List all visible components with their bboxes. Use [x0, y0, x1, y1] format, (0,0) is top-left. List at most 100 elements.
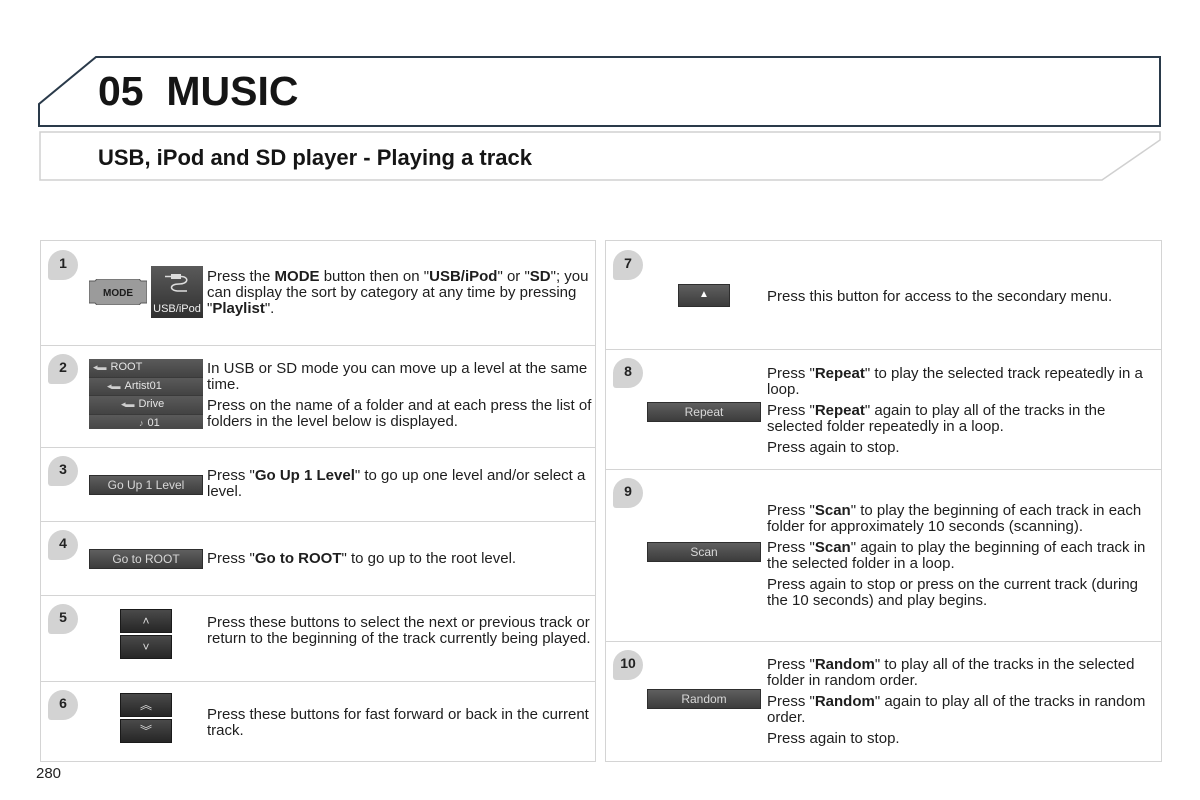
folder-tree-row-drive[interactable]: ◂▬ Drive	[89, 396, 203, 415]
chevron-down-icon: ˅	[142, 640, 150, 654]
step-number-badge: 6	[48, 690, 78, 720]
steps-panel-left: 1 MODE USB/iPod Press the MODE button th…	[40, 240, 596, 762]
emphasis: Playlist	[212, 300, 265, 317]
music-note-icon: ♪	[139, 417, 144, 428]
chapter-name: MUSIC	[166, 68, 299, 114]
description-paragraph: Press "Repeat" again to play all of the …	[767, 402, 1106, 435]
step-number-badge: 4	[48, 530, 78, 560]
fast-back-button[interactable]: ︾	[120, 719, 172, 743]
folder-label: Artist01	[124, 379, 162, 392]
step-4: 4 Go to ROOT Press "Go to ROOT" to go up…	[41, 521, 595, 596]
description-paragraph: Press these buttons to select the next o…	[207, 614, 591, 647]
step-6: 6 ︽ ︾ Press these buttons for fast forwa…	[41, 681, 595, 761]
emphasis: Repeat	[814, 365, 865, 382]
double-chevron-up-icon: ︽	[139, 698, 152, 712]
step-number-badge: 3	[48, 456, 78, 486]
steps-panel-right: 7 ▲ Press this button for access to the …	[605, 240, 1162, 762]
repeat-button[interactable]: Repeat	[647, 402, 761, 422]
description-paragraph: Press "Repeat" to play the selected trac…	[767, 365, 1143, 398]
step-description: Press "Random" to play all of the tracks…	[767, 657, 1152, 752]
folder-tree-row-track[interactable]: ♪ 01	[89, 414, 203, 429]
step-8: 8 Repeat Press "Repeat" to play the sele…	[606, 349, 1161, 470]
chapter-header: 05 MUSIC	[38, 56, 1162, 128]
mode-button-label: MODE	[103, 288, 133, 299]
step-description: In USB or SD mode you can move up a leve…	[207, 361, 592, 435]
step-description: Press "Go to ROOT" to go up to the root …	[207, 551, 592, 572]
step-number-badge: 1	[48, 250, 78, 280]
triangle-up-icon: ▲	[699, 289, 709, 300]
description-paragraph: Press again to stop.	[767, 439, 900, 456]
description-paragraph: Press these buttons for fast forward or …	[207, 706, 589, 739]
emphasis: Random	[814, 656, 875, 673]
next-track-button[interactable]: ˄	[120, 609, 172, 633]
emphasis: USB/iPod	[429, 268, 498, 285]
step-description: Press "Go Up 1 Level" to go up one level…	[207, 468, 592, 505]
emphasis: Random	[814, 693, 875, 710]
usb-cable-icon	[165, 274, 188, 292]
chapter-number: 05	[98, 68, 144, 114]
step-description: Press these buttons to select the next o…	[207, 615, 592, 652]
track-label: 01	[147, 416, 160, 429]
chevron-up-icon: ˄	[142, 614, 150, 628]
description-paragraph: Press the MODE button then on "USB/iPod"…	[207, 268, 589, 317]
emphasis: Scan	[814, 539, 851, 556]
step-5: 5 ˄ ˅ Press these buttons to select the …	[41, 595, 595, 682]
double-chevron-down-icon: ︾	[139, 724, 152, 738]
folder-back-icon: ◂▬	[121, 399, 135, 409]
mode-button[interactable]: MODE	[89, 279, 147, 305]
step-7: 7 ▲ Press this button for access to the …	[606, 241, 1161, 350]
step-10: 10 Random Press "Random" to play all of …	[606, 641, 1161, 761]
step-description: Press "Scan" to play the beginning of ea…	[767, 503, 1157, 614]
previous-track-button[interactable]: ˅	[120, 635, 172, 659]
step-description: Press the MODE button then on "USB/iPod"…	[207, 269, 592, 322]
folder-tree-row-artist[interactable]: ◂▬ Artist01	[89, 377, 203, 396]
folder-back-icon: ◂▬	[93, 362, 107, 372]
emphasis: Go to ROOT	[254, 550, 342, 567]
description-paragraph: Press again to stop or press on the curr…	[767, 576, 1139, 609]
description-paragraph: Press "Go Up 1 Level" to go up one level…	[207, 467, 586, 500]
description-paragraph: In USB or SD mode you can move up a leve…	[207, 360, 588, 393]
description-paragraph: Press "Scan" again to play the beginning…	[767, 539, 1146, 572]
step-description: Press "Repeat" to play the selected trac…	[767, 366, 1152, 461]
description-paragraph: Press this button for access to the seco…	[767, 288, 1113, 305]
emphasis: Repeat	[814, 402, 865, 419]
usb-ipod-button[interactable]: USB/iPod	[151, 266, 203, 318]
description-paragraph: Press "Random" to play all of the tracks…	[767, 656, 1135, 689]
description-paragraph: Press again to stop.	[767, 730, 900, 747]
emphasis: Scan	[814, 502, 851, 519]
section-header: USB, iPod and SD player - Playing a trac…	[38, 130, 1162, 182]
step-2: 2 ◂▬ ROOT ◂▬ Artist01 ◂▬ Drive ♪ 01 In USB o…	[41, 345, 595, 448]
usb-ipod-button-label: USB/iPod	[153, 303, 201, 315]
section-title: USB, iPod and SD player - Playing a trac…	[98, 145, 533, 170]
fast-forward-button[interactable]: ︽	[120, 693, 172, 717]
step-description: Press this button for access to the seco…	[767, 289, 1152, 310]
folder-label: ROOT	[110, 361, 143, 373]
step-number-badge: 5	[48, 604, 78, 634]
step-number-badge: 2	[48, 354, 78, 384]
step-number-badge: 7	[613, 250, 643, 280]
random-button[interactable]: Random	[647, 689, 761, 709]
description-paragraph: Press "Random" again to play all of the …	[767, 693, 1146, 726]
folder-tree: ◂▬ ROOT ◂▬ Artist01 ◂▬ Drive ♪ 01	[89, 359, 203, 429]
scan-button[interactable]: Scan	[647, 542, 761, 562]
description-paragraph: Press "Scan" to play the beginning of ea…	[767, 502, 1142, 535]
chapter-title: 05 MUSIC	[98, 68, 299, 115]
folder-tree-row-root[interactable]: ◂▬ ROOT	[89, 359, 203, 378]
description-paragraph: Press "Go to ROOT" to go up to the root …	[207, 550, 517, 567]
description-paragraph: Press on the name of a folder and at eac…	[207, 397, 592, 430]
folder-back-icon: ◂▬	[107, 380, 121, 391]
emphasis: SD	[529, 268, 551, 285]
page-number: 280	[36, 765, 62, 782]
emphasis: MODE	[274, 268, 320, 285]
step-number-badge: 10	[613, 650, 643, 680]
folder-label: Drive	[138, 398, 165, 410]
go-to-root-button[interactable]: Go to ROOT	[89, 549, 203, 569]
go-up-1-level-button[interactable]: Go Up 1 Level	[89, 475, 203, 495]
step-description: Press these buttons for fast forward or …	[207, 707, 592, 744]
step-number-badge: 8	[613, 358, 643, 388]
step-3: 3 Go Up 1 Level Press "Go Up 1 Level" to…	[41, 447, 595, 522]
emphasis: Go Up 1 Level	[254, 467, 355, 484]
step-9: 9 Scan Press "Scan" to play the beginnin…	[606, 469, 1161, 642]
secondary-menu-button[interactable]: ▲	[678, 284, 730, 307]
step-1: 1 MODE USB/iPod Press the MODE button th…	[41, 241, 595, 346]
